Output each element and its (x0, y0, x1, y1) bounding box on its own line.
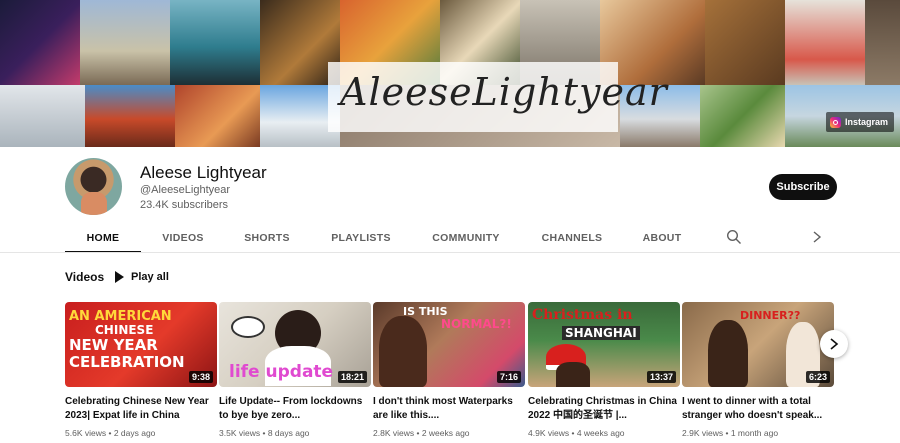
banner-photo (0, 0, 80, 85)
thumbnail-caption: SHANGHAI (562, 326, 640, 340)
video-duration: 9:38 (188, 371, 213, 383)
video-views: 3.5K views (219, 428, 261, 438)
play-all-label: Play all (131, 271, 169, 283)
thumbnail-caption: CELEBRATION (69, 353, 185, 371)
video-duration: 18:21 (337, 371, 367, 383)
thumbnail-caption: IS THIS (403, 305, 448, 318)
tab-shorts[interactable]: SHORTS (234, 222, 300, 253)
banner-title: AleeseLightyear (340, 70, 668, 114)
banner-photo (175, 85, 260, 147)
video-title[interactable]: I went to dinner with a total stranger w… (682, 395, 834, 423)
banner-photo (170, 0, 260, 85)
person-figure (556, 362, 590, 387)
channel-tabs: HOME VIDEOS SHORTS PLAYLISTS COMMUNITY C… (0, 222, 900, 253)
play-all-button[interactable]: Play all (115, 268, 169, 286)
video-duration: 7:16 (496, 371, 521, 383)
video-age: 2 weeks ago (421, 428, 470, 438)
tab-about[interactable]: ABOUT (634, 222, 690, 253)
video-meta: 4.9K views • 4 weeks ago (528, 428, 625, 438)
video-age: 2 days ago (113, 428, 156, 438)
tab-community[interactable]: COMMUNITY (422, 222, 510, 253)
banner-photo (865, 0, 900, 85)
video-thumbnail[interactable]: Christmas in SHANGHAI 13:37 (528, 302, 680, 387)
person-figure (379, 316, 427, 387)
channel-avatar[interactable] (65, 158, 122, 215)
thumbnail-caption: NEW YEAR (69, 336, 158, 354)
person-figure (708, 320, 748, 387)
chevron-right-icon[interactable] (810, 229, 824, 245)
thumbnail-caption: AN AMERICAN (69, 309, 172, 324)
video-card[interactable]: DINNER?? 6:23 I went to dinner with a to… (682, 302, 834, 438)
tab-playlists[interactable]: PLAYLISTS (322, 222, 400, 253)
subscribe-button[interactable]: Subscribe (769, 174, 837, 200)
banner-photo (700, 85, 785, 147)
video-card[interactable]: AN AMERICAN CHINESE NEW YEAR CELEBRATION… (65, 302, 217, 438)
video-views: 2.8K views (373, 428, 415, 438)
chevron-right-icon (830, 338, 839, 350)
video-title[interactable]: Life Update-- From lockdowns to bye bye … (219, 395, 371, 423)
video-views: 4.9K views (528, 428, 570, 438)
instagram-icon (830, 116, 841, 128)
tab-home[interactable]: HOME (65, 222, 141, 253)
thumbnail-caption: life update (229, 362, 334, 382)
video-title[interactable]: I don't think most Waterparks are like t… (373, 395, 525, 423)
video-age: 8 days ago (267, 428, 310, 438)
video-meta: 2.8K views • 2 weeks ago (373, 428, 470, 438)
video-meta: 2.9K views • 1 month ago (682, 428, 779, 438)
video-card[interactable]: Christmas in SHANGHAI 13:37 Celebrating … (528, 302, 680, 438)
shelf-title: Videos (65, 270, 105, 284)
speech-bubble-icon (231, 316, 265, 338)
channel-handle: @AleeseLightyear (140, 184, 231, 196)
video-card[interactable]: IS THIS NORMAL?! 7:16 I don't think most… (373, 302, 525, 438)
banner-photo (80, 0, 170, 85)
video-duration: 13:37 (646, 371, 676, 383)
channel-name: Aleese Lightyear (140, 163, 267, 182)
thumbnail-caption: CHINESE (95, 323, 154, 337)
thumbnail-caption: DINNER?? (740, 309, 801, 322)
banner-photo (785, 0, 865, 85)
video-title[interactable]: Celebrating Christmas in China 2022 中国的圣… (528, 395, 680, 423)
tabs-divider (0, 252, 900, 253)
banner-photo (705, 0, 785, 85)
play-icon (115, 271, 124, 283)
tab-videos[interactable]: VIDEOS (150, 222, 216, 253)
tab-channels[interactable]: CHANNELS (532, 222, 612, 253)
banner-photo (0, 85, 85, 147)
video-thumbnail[interactable]: life update 18:21 (219, 302, 371, 387)
video-thumbnail[interactable]: IS THIS NORMAL?! 7:16 (373, 302, 525, 387)
video-duration: 6:23 (805, 371, 830, 383)
video-thumbnail[interactable]: DINNER?? 6:23 (682, 302, 834, 387)
video-title[interactable]: Celebrating Chinese New Year 2023| Expat… (65, 395, 217, 423)
thumbnail-caption: Christmas in (532, 307, 633, 323)
banner-photo (85, 85, 175, 147)
shelf-next-button[interactable] (820, 330, 848, 358)
video-meta: 3.5K views • 8 days ago (219, 428, 310, 438)
video-age: 4 weeks ago (576, 428, 625, 438)
channel-banner: AleeseLightyear Instagram (0, 0, 900, 147)
instagram-link[interactable]: Instagram (826, 112, 895, 132)
video-card[interactable]: life update 18:21 Life Update-- From loc… (219, 302, 371, 438)
subscriber-count: 23.4K subscribers (140, 199, 229, 211)
instagram-link-label: Instagram (845, 117, 889, 127)
search-icon[interactable] (726, 229, 742, 245)
video-meta: 5.6K views • 2 days ago (65, 428, 156, 438)
video-thumbnail[interactable]: AN AMERICAN CHINESE NEW YEAR CELEBRATION… (65, 302, 217, 387)
video-age: 1 month ago (730, 428, 779, 438)
video-views: 2.9K views (682, 428, 724, 438)
thumbnail-caption: NORMAL?! (441, 317, 512, 331)
video-views: 5.6K views (65, 428, 107, 438)
